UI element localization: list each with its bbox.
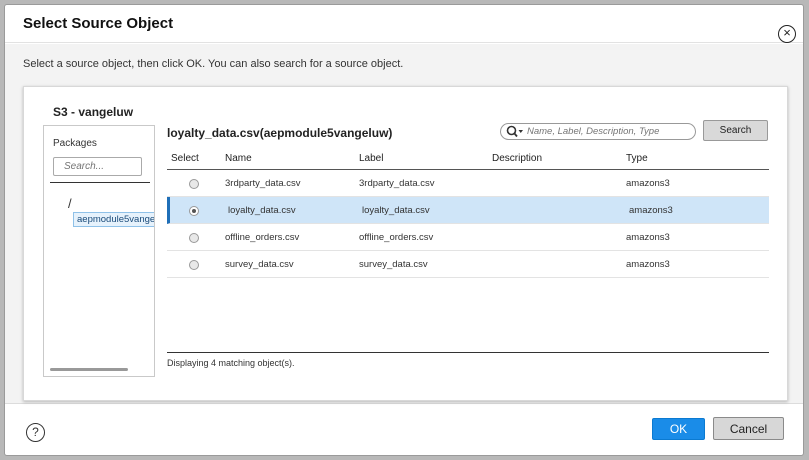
table-row[interactable]: survey_data.csv survey_data.csv amazons3 — [167, 251, 769, 278]
selected-object-title: loyalty_data.csv(aepmodule5vangeluw) — [167, 126, 393, 140]
row-name: survey_data.csv — [225, 259, 294, 270]
connection-name: S3 - vangeluw — [53, 105, 134, 119]
row-type: amazons3 — [629, 205, 673, 216]
object-search-input[interactable] — [527, 125, 691, 138]
row-label: survey_data.csv — [359, 259, 428, 270]
dialog-body: Select a source object, then click OK. Y… — [5, 44, 803, 404]
source-object-panel: S3 - vangeluw Packages / aepmodule5vange… — [23, 86, 788, 401]
objects-table: Select Name Label Description Type 3rdpa… — [167, 147, 769, 278]
row-label: loyalty_data.csv — [362, 205, 430, 216]
tree-root-node[interactable]: / — [68, 196, 72, 211]
matching-objects-count: Displaying 4 matching object(s). — [167, 352, 769, 368]
packages-heading: Packages — [53, 138, 97, 149]
row-radio-button[interactable] — [189, 260, 199, 270]
row-name: 3rdparty_data.csv — [225, 178, 301, 189]
search-icon[interactable] — [506, 125, 524, 139]
tree-divider — [50, 182, 150, 183]
table-row-selected[interactable]: loyalty_data.csv loyalty_data.csv amazon… — [167, 197, 769, 224]
select-source-object-dialog: Select Source Object × Select a source o… — [4, 4, 804, 456]
package-search-input[interactable] — [53, 157, 142, 176]
help-icon[interactable]: ? — [26, 423, 45, 442]
row-type: amazons3 — [626, 178, 670, 189]
search-button[interactable]: Search — [703, 120, 768, 141]
column-header-select[interactable]: Select — [171, 153, 199, 164]
row-label: 3rdparty_data.csv — [359, 178, 435, 189]
column-header-name[interactable]: Name — [225, 153, 252, 164]
table-row[interactable]: offline_orders.csv offline_orders.csv am… — [167, 224, 769, 251]
row-type: amazons3 — [626, 232, 670, 243]
row-radio-button[interactable] — [189, 179, 199, 189]
row-name: loyalty_data.csv — [228, 205, 296, 216]
table-row[interactable]: 3rdparty_data.csv 3rdparty_data.csv amaz… — [167, 170, 769, 197]
object-search-box[interactable] — [500, 123, 696, 140]
table-header: Select Name Label Description Type — [167, 147, 769, 170]
row-type: amazons3 — [626, 259, 670, 270]
instructions-text: Select a source object, then click OK. Y… — [23, 58, 404, 70]
row-radio-button-checked[interactable] — [189, 206, 199, 216]
cancel-button[interactable]: Cancel — [713, 417, 784, 440]
dialog-title: Select Source Object — [23, 15, 174, 32]
package-tree: Packages / aepmodule5vangeluw — [43, 125, 155, 377]
column-header-label[interactable]: Label — [359, 153, 383, 164]
row-name: offline_orders.csv — [225, 232, 300, 243]
row-radio-button[interactable] — [189, 233, 199, 243]
tree-node-selected[interactable]: aepmodule5vangeluw — [73, 212, 154, 227]
row-label: offline_orders.csv — [359, 232, 434, 243]
tree-horizontal-scrollbar[interactable] — [50, 368, 128, 371]
dialog-header: Select Source Object × — [5, 5, 803, 43]
ok-button[interactable]: OK — [652, 418, 705, 440]
column-header-description[interactable]: Description — [492, 153, 542, 164]
column-header-type[interactable]: Type — [626, 153, 648, 164]
close-icon[interactable]: × — [778, 25, 796, 43]
